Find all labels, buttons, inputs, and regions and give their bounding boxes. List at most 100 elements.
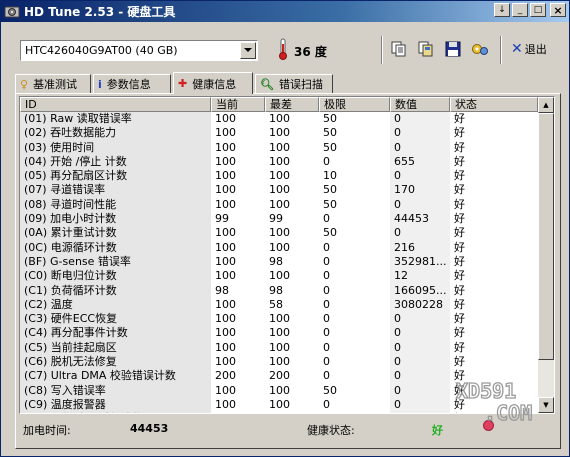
column-header-value[interactable]: 数值	[390, 97, 450, 112]
cell-value: 0	[390, 169, 450, 184]
table-row[interactable]: (08) 寻道时间性能 100 100 50 0 好	[20, 197, 538, 213]
minimize-button[interactable]: _	[512, 3, 528, 17]
power-on-label: 加电时间:	[23, 424, 71, 437]
cell-worst: 99	[269, 212, 283, 226]
cell-threshold: 50	[323, 126, 337, 140]
table-row[interactable]: (C4) 再分配事件计数 100 100 0 0 好	[20, 326, 538, 341]
scroll-thumb[interactable]	[538, 113, 554, 360]
maximize-button[interactable]: □	[530, 3, 546, 17]
table-row[interactable]: (01) Raw 读取错误率 100 100 50 0 好	[20, 112, 538, 127]
table-row[interactable]: (05) 再分配扇区计数 100 100 10 0 好	[20, 169, 538, 184]
table-row[interactable]: (C2) 温度 100 58 0 3080228 好	[20, 297, 538, 313]
cell-status: 好	[454, 154, 465, 168]
cell-status: 好	[454, 240, 465, 254]
table-row[interactable]: (04) 开始 /停止 计数 100 100 0 655 好	[20, 154, 538, 170]
table-row[interactable]: (02) 吞吐数据能力 100 100 50 0 好	[20, 126, 538, 141]
tab-benchmark[interactable]: ♀ 基准测试	[15, 74, 91, 93]
cell-threshold: 0	[319, 412, 390, 413]
tab-error-scan[interactable]: 🔍︎ 错误扫描	[255, 74, 333, 93]
cell-worst: 100	[269, 240, 290, 254]
table-body: (01) Raw 读取错误率 100 100 50 0 好 (02) 吞吐数据能力 100 10…	[20, 112, 538, 413]
cell-id: (02) 吞吐数据能力	[20, 126, 211, 141]
cell-threshold: 50	[323, 140, 337, 154]
table-row[interactable]: (C6) 脱机无法修复 100 100 0 0 好	[20, 355, 538, 370]
cell-current: 100	[215, 312, 236, 326]
cell-value: 0	[390, 355, 450, 370]
cell-value: 0	[390, 326, 450, 341]
options-icon[interactable]	[471, 40, 489, 58]
tab-info[interactable]: i 参数信息	[93, 74, 171, 93]
scroll-up-button[interactable]: ▲	[538, 97, 554, 113]
column-header-current[interactable]: 当前	[211, 97, 265, 112]
cell-threshold: 0	[323, 283, 330, 297]
chevron-down-icon[interactable]	[240, 42, 256, 59]
copy-screenshot-icon[interactable]	[417, 40, 435, 58]
cell-current: 100	[215, 326, 236, 340]
save-icon[interactable]	[444, 40, 462, 58]
exit-button-label: 退出	[524, 43, 547, 56]
table-row[interactable]: (C3) 硬件ECC恢复 100 100 0 0 好	[20, 312, 538, 327]
cell-id: (BF) G-sense 错误率	[20, 254, 211, 270]
cell-worst: 100	[269, 169, 290, 183]
cell-id: (04) 开始 /停止 计数	[20, 154, 211, 170]
column-header-status[interactable]: 状态	[450, 97, 538, 112]
app-icon	[4, 6, 20, 17]
table-row[interactable]: (BF) G-sense 错误率 100 98 0 352981... 好	[20, 254, 538, 270]
tab-label: 健康信息	[192, 77, 237, 91]
cell-worst: 100	[269, 126, 290, 140]
cell-value: 0	[390, 383, 450, 398]
cell-status: 好	[454, 355, 465, 369]
dropdown-button[interactable]: ↓	[494, 3, 510, 17]
tab-health[interactable]: ✚ 健康信息	[173, 72, 253, 94]
table-row[interactable]: (C1) 负荷循环计数 98 98 0 166095... 好	[20, 283, 538, 298]
table-row[interactable]: (07) 寻道错误率 100 100 50 170 好	[20, 183, 538, 198]
toolbar: HTC426040G9AT00 (40 GB) 36 度 ✕ 退出	[1, 22, 569, 70]
health-cross-icon: ✚	[178, 77, 188, 90]
cell-value: 0	[390, 112, 450, 127]
drive-select[interactable]: HTC426040G9AT00 (40 GB)	[20, 40, 258, 61]
cell-value: 0	[390, 140, 450, 155]
cell-value: 0	[390, 412, 450, 413]
cell-id: (C0) 断电归位计数	[20, 269, 211, 284]
table-row[interactable]: (0A) 累计重试计数 100 100 50 0 好	[20, 226, 538, 241]
cell-current: 100	[215, 169, 236, 183]
cell-status: 好	[454, 112, 465, 125]
cell-worst: 58	[269, 297, 283, 311]
column-header-threshold[interactable]: 极限	[319, 97, 390, 112]
table-row[interactable]: (C5) 当前挂起扇区 100 100 0 0 好	[20, 340, 538, 356]
cell-threshold: 0	[323, 154, 330, 168]
title-bar[interactable]: HD Tune 2.53 - 硬盘工具 ↓ _ □ ×	[1, 1, 569, 22]
copy-text-icon[interactable]	[390, 40, 408, 58]
table-row[interactable]: (0C) 电源循环计数 100 100 0 216 好	[20, 240, 538, 255]
column-header-worst[interactable]: 最差	[265, 97, 319, 112]
tab-label: 错误扫描	[278, 78, 323, 91]
cell-status: 好	[454, 269, 465, 283]
table-row[interactable]: (C0) 断电归位计数 100 100 0 12 好	[20, 269, 538, 284]
health-status-label: 健康状态:	[307, 424, 355, 437]
cell-status: 好	[454, 283, 465, 297]
cell-value: 0	[390, 397, 450, 413]
vertical-scrollbar[interactable]: ▲ ▼	[538, 97, 554, 413]
cell-worst: 100	[269, 383, 290, 397]
cell-id: (C3) 硬件ECC恢复	[20, 312, 211, 327]
cell-id: (C5) 当前挂起扇区	[20, 340, 211, 356]
drive-select-value: HTC426040G9AT00 (40 GB)	[25, 44, 178, 57]
cell-threshold: 0	[323, 340, 330, 354]
column-header-id[interactable]: ID	[20, 97, 211, 112]
table-row[interactable]: (03) 使用时间 100 100 50 0 好	[20, 140, 538, 155]
close-button[interactable]: ×	[550, 3, 566, 17]
cell-current: 100	[215, 383, 236, 397]
smart-table[interactable]: ID 当前 最差 极限 数值 状态 (01) Raw 读取错误率 100 100 50…	[19, 96, 555, 414]
cell-worst: 100	[269, 312, 290, 326]
cell-value: 0	[390, 197, 450, 213]
cell-worst: 100	[269, 340, 290, 354]
exit-button[interactable]: ✕ 退出	[511, 41, 547, 57]
cell-status: 好	[454, 326, 465, 340]
cell-current: 100	[215, 112, 236, 125]
cell-status: 好	[454, 226, 465, 240]
table-row[interactable]: (09) 加电小时计数 99 99 0 44453 好	[20, 212, 538, 227]
cell-value: 170	[390, 183, 450, 198]
cell-worst: 100	[269, 326, 290, 340]
cell-threshold: 0	[323, 312, 330, 326]
cell-current: 100	[215, 140, 236, 154]
